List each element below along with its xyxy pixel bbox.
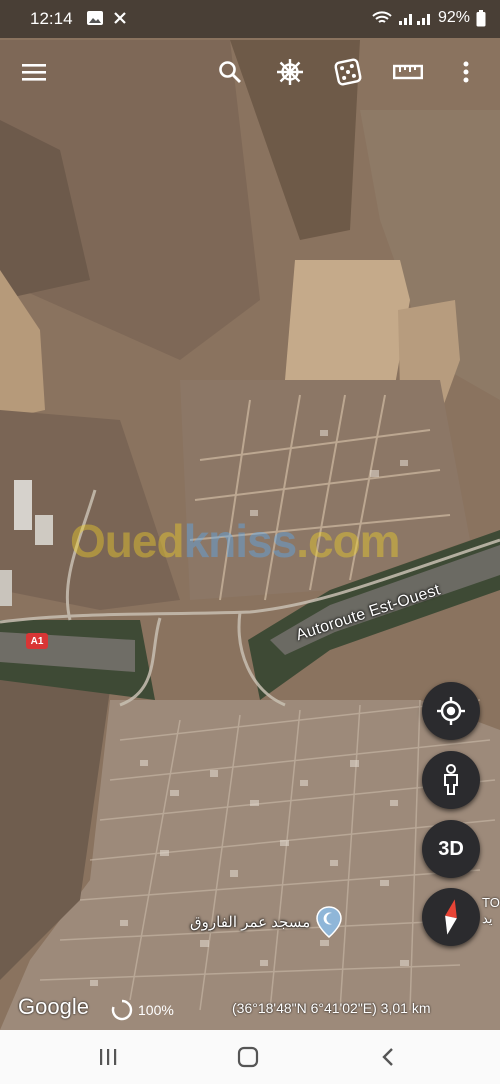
poi-label: مسجد عمر الفاروق xyxy=(190,914,311,931)
edge-map-label: TO يد xyxy=(482,895,500,926)
home-button[interactable] xyxy=(218,1030,278,1084)
google-logo: Google xyxy=(18,994,89,1019)
back-icon xyxy=(382,1048,393,1066)
x-icon xyxy=(114,12,126,24)
status-time: 12:14 xyxy=(30,9,73,28)
my-location-button[interactable] xyxy=(422,682,480,740)
voyager-icon xyxy=(277,59,303,85)
recents-icon xyxy=(100,1049,117,1065)
recents-button[interactable] xyxy=(78,1030,138,1084)
wifi-icon xyxy=(372,11,392,23)
signal-icon xyxy=(398,14,430,25)
my-location-icon xyxy=(437,697,465,725)
highway-shield: A1 xyxy=(26,633,48,649)
menu-icon xyxy=(22,64,46,81)
search-button[interactable] xyxy=(208,44,252,100)
more-icon xyxy=(463,61,469,83)
pegman-icon xyxy=(444,764,458,795)
feeling-lucky-button[interactable] xyxy=(326,44,370,100)
menu-button[interactable] xyxy=(12,44,56,100)
compass-button[interactable] xyxy=(422,888,480,946)
status-bar: 12:14 92% xyxy=(0,0,500,38)
zoom-level: 100% xyxy=(138,1002,174,1018)
voyager-button[interactable] xyxy=(268,44,312,100)
measure-icon xyxy=(393,64,423,80)
zoom-indicator: 100% xyxy=(110,998,174,1022)
mosque-pin-icon xyxy=(316,906,342,938)
back-button[interactable] xyxy=(358,1030,418,1084)
map-toolbar xyxy=(0,44,500,100)
more-options-button[interactable] xyxy=(444,44,488,100)
image-icon xyxy=(87,11,103,25)
home-icon xyxy=(237,1046,259,1068)
battery-level: 92% xyxy=(437,9,470,26)
compass-icon xyxy=(445,899,457,935)
feeling-lucky-icon xyxy=(334,58,362,86)
battery-icon xyxy=(476,9,486,26)
3d-toggle-button[interactable]: 3D xyxy=(422,820,480,878)
search-icon xyxy=(219,61,241,83)
oued-kniss-watermark: Ouedkniss.com xyxy=(70,515,401,567)
measure-button[interactable] xyxy=(386,44,430,100)
poi-mosque[interactable]: مسجد عمر الفاروق xyxy=(190,906,342,938)
3d-label: 3D xyxy=(438,837,464,860)
system-nav-bar xyxy=(0,1030,500,1084)
coordinates-readout: (36°18'48"N 6°41'02"E) 3,01 km xyxy=(232,1000,431,1016)
satellite-map[interactable]: Ouedkniss.com A1 Autoroute Est-Ouest مسج… xyxy=(0,0,500,1030)
street-view-button[interactable] xyxy=(422,751,480,809)
loading-spinner-icon xyxy=(111,999,133,1021)
map-footer: Google 100% (36°18'48"N 6°41'02"E) 3,01 … xyxy=(0,986,500,1030)
